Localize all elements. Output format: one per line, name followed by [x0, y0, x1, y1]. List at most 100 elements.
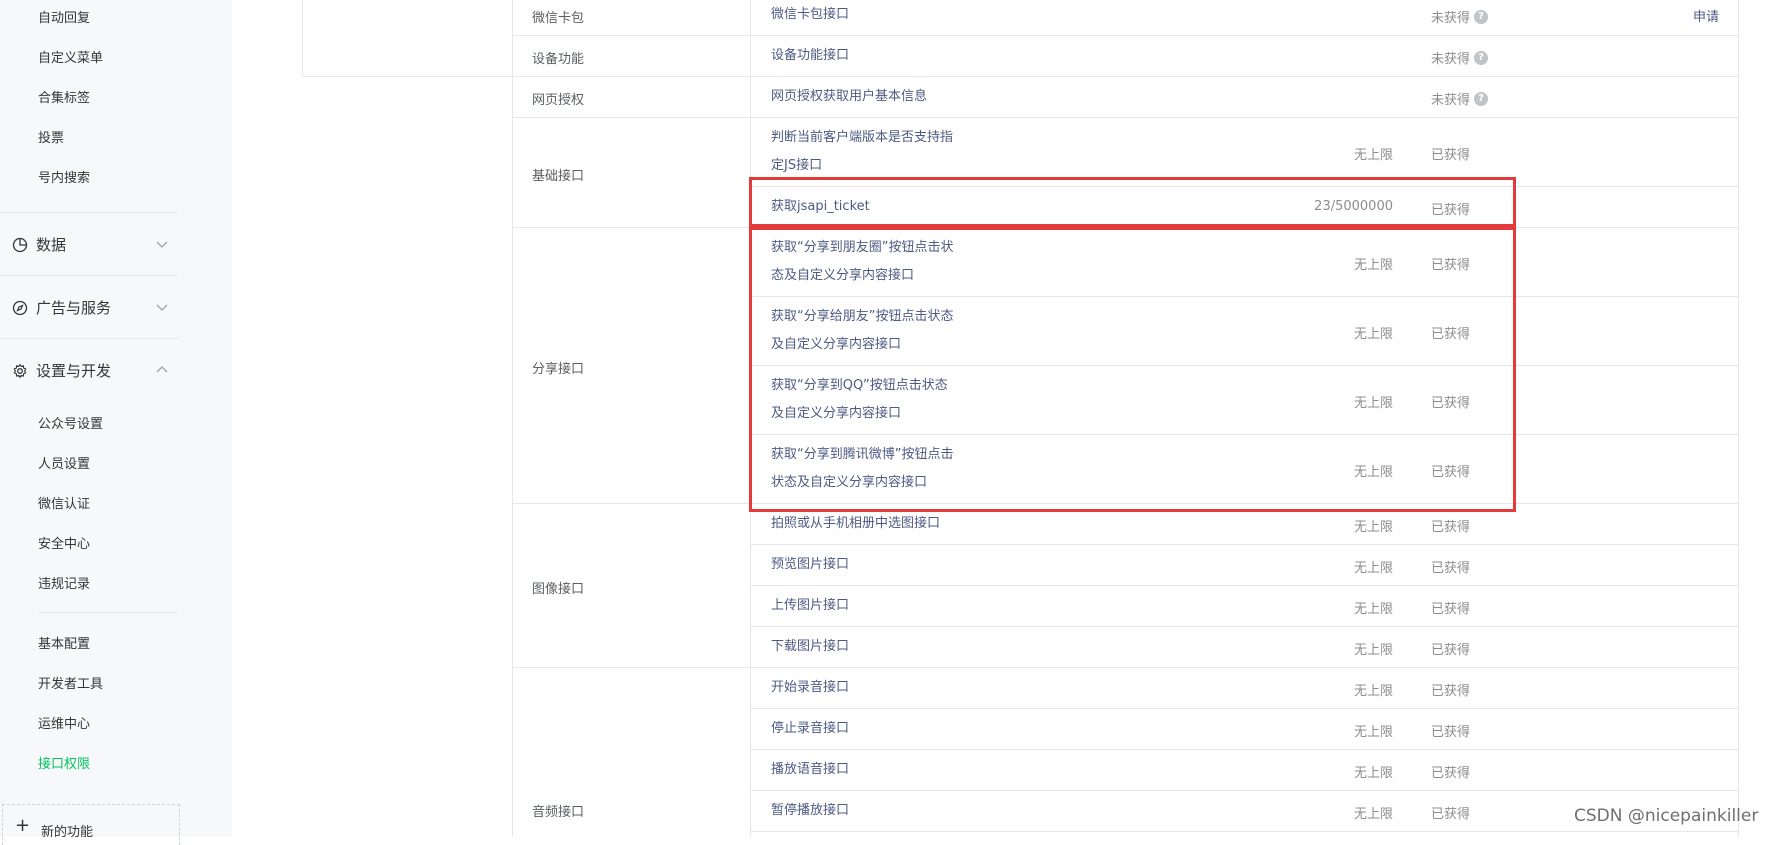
row-divider	[750, 626, 1739, 627]
quota-cell: 无上限	[1353, 602, 1393, 617]
row-divider	[750, 790, 1739, 791]
chevron-down-icon[interactable]	[155, 237, 169, 251]
status-text: 未获得	[1431, 52, 1471, 67]
status-cell: 已获得	[1431, 725, 1471, 740]
row-divider	[750, 544, 1739, 545]
sidebar-item-collection-tags[interactable]: 合集标签	[38, 87, 90, 106]
sidebar-item-security-center[interactable]: 安全中心	[38, 533, 90, 552]
interface-name: 开始录音接口	[771, 680, 850, 695]
status-cell: 已获得	[1431, 684, 1471, 699]
interface-name: 上传图片接口	[771, 598, 850, 613]
row-divider	[750, 831, 1739, 832]
quota-cell: 无上限	[1353, 807, 1393, 822]
sidebar-item-basic-config[interactable]: 基本配置	[38, 633, 90, 652]
quota-cell: 无上限	[1353, 643, 1393, 658]
sidebar-group-label: 广告与服务	[36, 299, 112, 317]
sidebar-group-ads-services[interactable]: 广告与服务	[12, 297, 111, 318]
watermark: CSDN @nicepainkiller	[1574, 806, 1759, 826]
plus-icon: +	[15, 815, 31, 836]
category-card-wallet: 微信卡包	[532, 11, 585, 26]
sidebar-divider	[0, 212, 178, 213]
interface-name: 停止录音接口	[771, 721, 850, 736]
sidebar-group-settings-dev[interactable]: 设置与开发	[12, 360, 111, 381]
category-web-auth: 网页授权	[532, 93, 585, 108]
status-cell: 已获得	[1431, 766, 1471, 781]
row-divider	[302, 76, 1739, 77]
sidebar-item-personnel-settings[interactable]: 人员设置	[38, 453, 90, 472]
category-image: 图像接口	[532, 582, 585, 597]
gear-icon	[13, 362, 27, 378]
name-line: 定JS接口	[771, 158, 823, 173]
status-cell: 未获得?	[1431, 7, 1489, 26]
sidebar-item-vote[interactable]: 投票	[38, 127, 64, 146]
status-cell: 已获得	[1431, 602, 1471, 617]
sidebar-divider	[0, 275, 178, 276]
sidebar: 自动回复 自定义菜单 合集标签 投票 号内搜索 数据 广告与服务 设置与开发 公…	[0, 0, 232, 845]
quota-cell: 无上限	[1353, 766, 1393, 781]
status-cell: 未获得?	[1431, 89, 1489, 108]
interface-name: 设备功能接口	[771, 48, 850, 63]
interface-name: 下载图片接口	[771, 639, 850, 654]
help-icon[interactable]: ?	[1474, 50, 1489, 65]
highlight-box-jsapi-ticket	[749, 177, 1516, 227]
sidebar-item-account-settings[interactable]: 公众号设置	[38, 413, 103, 432]
sidebar-item-interface-permissions[interactable]: 接口权限	[38, 753, 90, 772]
compass-icon	[12, 300, 28, 315]
quota-cell: 无上限	[1353, 561, 1393, 576]
table-border	[512, 0, 513, 837]
interface-name: 拍照或从手机相册中选图接口	[771, 516, 941, 531]
category-audio: 音频接口	[532, 805, 585, 820]
status-cell: 已获得	[1431, 148, 1471, 163]
status-cell: 已获得	[1431, 520, 1471, 535]
status-cell: 未获得?	[1431, 48, 1489, 67]
chevron-down-icon[interactable]	[155, 300, 169, 314]
sidebar-group-label: 数据	[36, 236, 67, 254]
highlight-box-share-interfaces	[749, 227, 1516, 512]
sidebar-item-in-account-search[interactable]: 号内搜索	[38, 167, 90, 186]
quota-cell: 无上限	[1353, 725, 1393, 740]
sidebar-item-wechat-verification[interactable]: 微信认证	[38, 493, 90, 512]
sidebar-item-ops-center[interactable]: 运维中心	[38, 713, 90, 732]
status-cell: 已获得	[1431, 807, 1471, 822]
row-divider	[750, 708, 1739, 709]
category-basic: 基础接口	[532, 169, 585, 184]
status-cell: 已获得	[1431, 643, 1471, 658]
table-border	[1738, 0, 1739, 837]
sidebar-divider	[38, 612, 178, 613]
status-text: 未获得	[1431, 93, 1471, 108]
sidebar-group-label: 设置与开发	[36, 362, 112, 380]
sidebar-divider	[0, 338, 178, 339]
table-border	[302, 0, 303, 76]
row-divider	[512, 667, 1739, 668]
sidebar-group-data[interactable]: 数据	[12, 234, 66, 255]
sidebar-item-auto-reply[interactable]: 自动回复	[38, 7, 90, 26]
quota-cell: 无上限	[1353, 148, 1393, 163]
category-device: 设备功能	[532, 52, 585, 67]
row-divider	[512, 35, 1739, 36]
chevron-up-icon[interactable]	[155, 363, 169, 377]
apply-link[interactable]: 申请	[1693, 6, 1719, 25]
chart-pie-icon	[12, 237, 28, 252]
row-divider	[750, 749, 1739, 750]
row-divider	[512, 117, 1739, 118]
interface-name: 暂停播放接口	[771, 803, 850, 818]
new-function-label: 新的功能	[41, 825, 94, 840]
interface-name: 微信卡包接口	[771, 7, 850, 22]
interface-name: 判断当前客户端版本是否支持指 定JS接口	[771, 124, 953, 180]
sidebar-item-violation-records[interactable]: 违规记录	[38, 573, 90, 592]
interface-name: 预览图片接口	[771, 557, 850, 572]
interface-name: 播放语音接口	[771, 762, 850, 777]
name-line: 判断当前客户端版本是否支持指	[771, 130, 954, 145]
help-icon[interactable]: ?	[1474, 91, 1489, 106]
interface-name: 网页授权获取用户基本信息	[771, 89, 928, 104]
status-cell: 已获得	[1431, 561, 1471, 576]
new-function-button[interactable]: + 新的功能	[2, 804, 180, 845]
sidebar-item-custom-menu[interactable]: 自定义菜单	[38, 47, 103, 66]
help-icon[interactable]: ?	[1474, 9, 1489, 24]
row-divider	[750, 585, 1739, 586]
category-share: 分享接口	[532, 362, 585, 377]
quota-cell: 无上限	[1353, 684, 1393, 699]
quota-cell: 无上限	[1353, 520, 1393, 535]
status-text: 未获得	[1431, 11, 1471, 26]
sidebar-item-developer-tools[interactable]: 开发者工具	[38, 673, 103, 692]
